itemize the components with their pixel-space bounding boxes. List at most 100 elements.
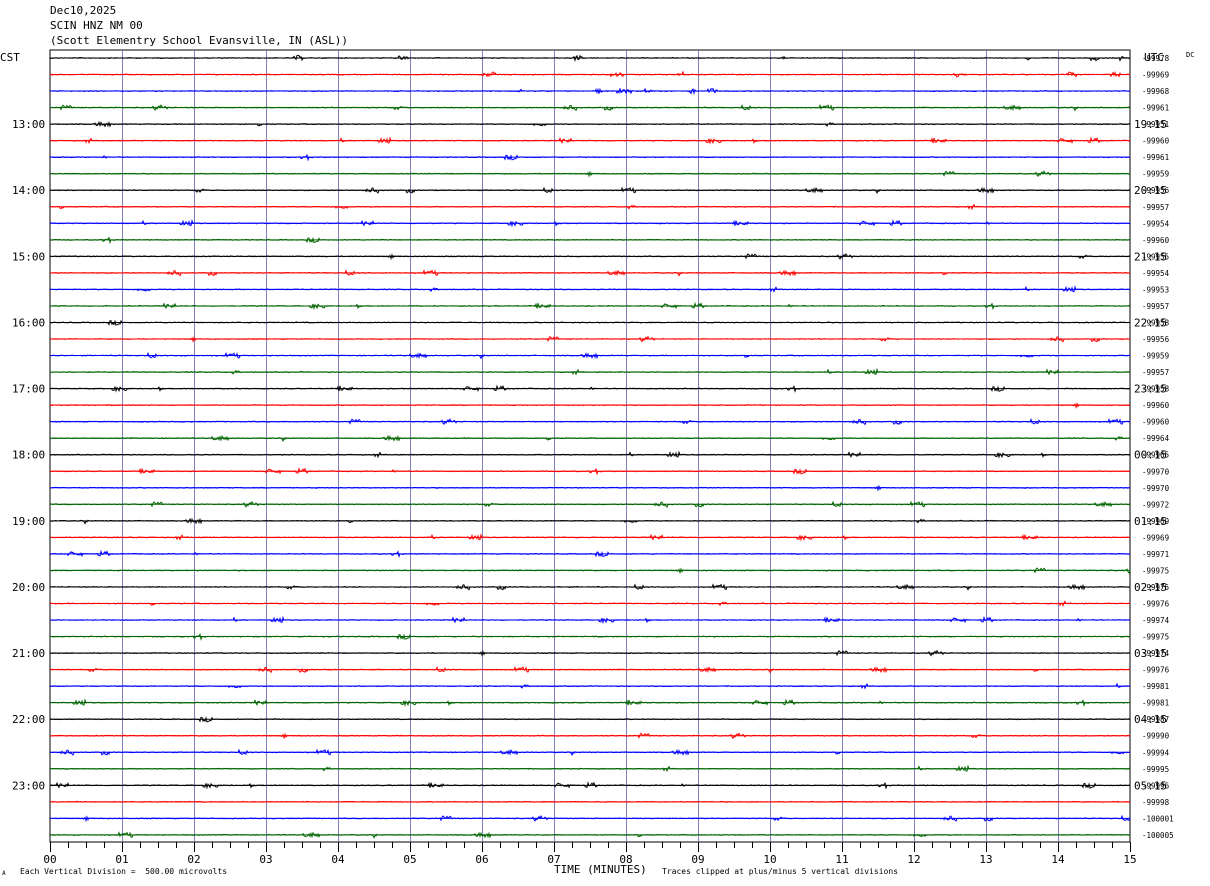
- seismic-trace: [49, 698, 1131, 707]
- left-hour-label: 13:00: [12, 118, 45, 131]
- dc-offset-label: -99960: [1142, 418, 1170, 427]
- right-hour-label: 20:15: [1134, 184, 1167, 197]
- seismic-trace: [49, 186, 1131, 195]
- dc-offset-label: -99954: [1142, 269, 1170, 278]
- x-tick-label: 10: [763, 853, 776, 866]
- seismic-trace: [49, 633, 1131, 641]
- right-hour-label: 03:15: [1134, 647, 1167, 660]
- seismic-trace: [49, 384, 1131, 393]
- dc-offset-label: -99994: [1142, 748, 1170, 757]
- right-hour-label: 04:15: [1134, 713, 1167, 726]
- x-tick-label: 05: [403, 853, 416, 866]
- dc-offset-label: -99959: [1142, 170, 1169, 179]
- x-tick-label: 00: [43, 853, 56, 866]
- dc-offset-label: -99970: [1142, 467, 1170, 476]
- left-axis-label: CST: [0, 51, 20, 64]
- dc-offset-label: -99968: [1142, 87, 1170, 96]
- dc-offset-label: -100001: [1142, 814, 1174, 823]
- seismic-trace: [49, 764, 1131, 773]
- right-hour-label: 21:15: [1134, 250, 1167, 263]
- right-hour-label: 22:15: [1134, 316, 1167, 329]
- dc-offset-label: -99964: [1142, 434, 1170, 443]
- seismic-trace: [49, 70, 1131, 78]
- seismic-trace: [50, 203, 1131, 211]
- left-hour-label: 21:00: [12, 647, 45, 660]
- x-axis-title: TIME (MINUTES): [554, 863, 647, 876]
- right-hour-label: 23:15: [1134, 383, 1167, 396]
- dc-offset-label: -99990: [1142, 732, 1170, 741]
- dc-offset-label: -99974: [1142, 616, 1170, 625]
- seismic-trace: [49, 649, 1130, 657]
- plot-frame: [49, 49, 1131, 843]
- x-tick-label: 02: [187, 853, 200, 866]
- x-tick-label: 12: [907, 853, 920, 866]
- dc-offset-label: -99957: [1142, 368, 1169, 377]
- dc-offset-label: -99978: [1142, 54, 1170, 63]
- dc-label: DC: [1186, 51, 1194, 59]
- clip-note: Traces clipped at plus/minus 5 vertical …: [662, 867, 899, 876]
- seismic-trace: [49, 367, 1131, 376]
- left-hour-label: 14:00: [12, 184, 45, 197]
- dc-offset-label: -99969: [1142, 533, 1169, 542]
- seismic-trace: [49, 87, 1131, 96]
- dc-offset-label: -99959: [1142, 352, 1169, 361]
- dc-offset-label: -99981: [1142, 682, 1169, 691]
- seismic-trace: [49, 351, 1131, 360]
- dc-offset-label: -99971: [1142, 550, 1169, 559]
- seismic-trace: [49, 236, 1131, 245]
- right-hour-label: 05:15: [1134, 779, 1167, 792]
- left-hour-label: 17:00: [12, 383, 45, 396]
- seismic-trace: [50, 781, 1131, 790]
- helicorder-chart: CST UTC DC -99978-99969-99968-99961-9995…: [0, 49, 1194, 876]
- seismic-trace: [49, 335, 1131, 343]
- dc-offset-label: -99995: [1142, 765, 1169, 774]
- dc-offset-label: -99957: [1142, 203, 1169, 212]
- dc-offset-label: -99975: [1142, 566, 1169, 575]
- x-tick-label: 09: [691, 853, 704, 866]
- seismic-trace: [49, 517, 1131, 525]
- dc-offset-label: -99961: [1142, 153, 1169, 162]
- minute-grid: [49, 49, 1131, 843]
- seismic-trace: [49, 219, 1131, 228]
- right-hour-label: 19:15: [1134, 118, 1167, 131]
- seismic-trace: [49, 170, 1131, 178]
- seismic-trace: [49, 484, 1131, 492]
- seismic-trace: [49, 814, 1131, 823]
- dc-offset-label: -99998: [1142, 798, 1170, 807]
- seismic-trace: [49, 665, 1131, 674]
- seismic-trace: [49, 732, 1131, 740]
- right-hour-label: 02:15: [1134, 581, 1167, 594]
- dc-offset-label: -99957: [1142, 302, 1169, 311]
- seismic-trace: [49, 567, 1131, 575]
- left-hour-label: 15:00: [12, 250, 45, 263]
- scale-note: Each Vertical Division = 500.00 microvol…: [20, 867, 228, 876]
- dc-offset-label: -99953: [1142, 285, 1169, 294]
- seismic-trace: [49, 54, 1131, 63]
- seismic-trace: [49, 500, 1131, 508]
- left-hour-label: 22:00: [12, 713, 45, 726]
- seismic-trace: [49, 103, 1131, 112]
- left-hour-label: 20:00: [12, 581, 45, 594]
- seismic-trace: [49, 136, 1131, 145]
- right-hour-label: 01:15: [1134, 515, 1167, 528]
- dc-offset-label: -99975: [1142, 633, 1169, 642]
- x-tick-label: 13: [979, 853, 992, 866]
- dc-offset-label: -99981: [1142, 699, 1169, 708]
- axis-labels: -99978-99969-99968-99961-99951-99960-999…: [12, 54, 1174, 866]
- x-tick-label: 01: [115, 853, 128, 866]
- seismic-trace: [49, 682, 1131, 690]
- left-hour-label: 16:00: [12, 316, 45, 329]
- dc-offset-label: -99960: [1142, 236, 1170, 245]
- seismic-trace: [49, 800, 1131, 803]
- seismic-trace: [49, 615, 1131, 625]
- x-tick-label: 14: [1051, 853, 1065, 866]
- x-tick-label: 03: [259, 853, 272, 866]
- dc-offset-label: -99960: [1142, 401, 1170, 410]
- seismic-trace: [49, 252, 1131, 261]
- left-hour-label: 18:00: [12, 449, 45, 462]
- trace-rows: [49, 54, 1131, 839]
- x-tick-label: 06: [475, 853, 488, 866]
- dc-offset-label: -99976: [1142, 599, 1170, 608]
- seismic-trace: [49, 831, 1131, 839]
- right-hour-label: 00:15: [1134, 449, 1167, 462]
